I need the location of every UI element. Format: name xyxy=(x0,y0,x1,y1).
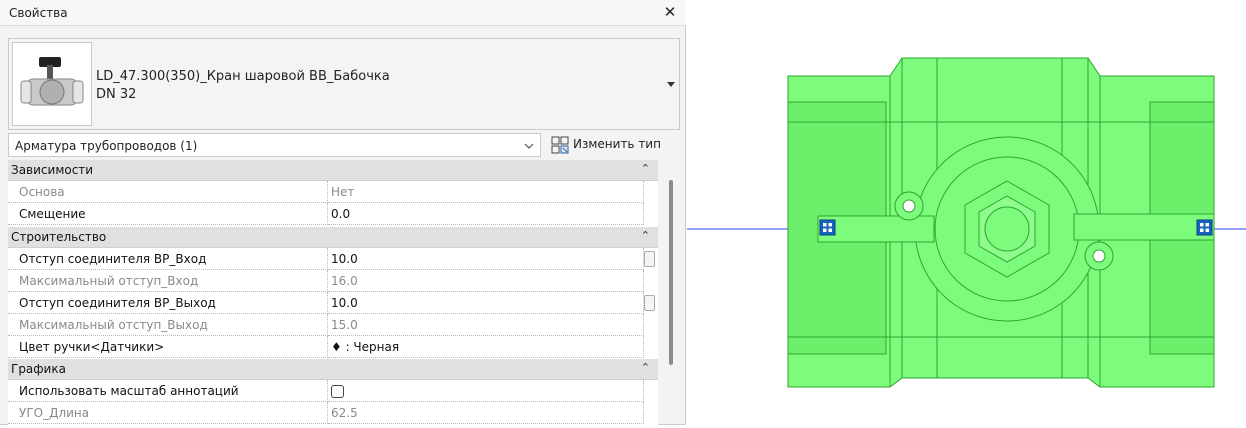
property-row[interactable]: Использовать масштаб аннотаций xyxy=(8,380,658,402)
property-value-input[interactable]: 10.0 xyxy=(328,292,644,314)
panel-titlebar: Свойства ✕ xyxy=(0,0,686,26)
group-title: Строительство xyxy=(11,230,107,244)
property-row[interactable]: Отступ соединителя ВР_Вход 10.0 xyxy=(8,248,658,270)
category-filter-select[interactable]: Арматура трубопроводов (1) xyxy=(8,133,541,157)
group-header-graphics[interactable]: Графика ⌃ xyxy=(8,359,658,380)
property-name: Отступ соединителя ВР_Вход xyxy=(8,248,328,270)
group-header-constraints[interactable]: Зависимости ⌃ xyxy=(8,160,658,181)
property-name: Максимальный отступ_Выход xyxy=(8,314,328,336)
property-value-input[interactable]: 10.0 xyxy=(328,248,644,270)
type-name: LD_47.300(350)_Кран шаровой ВВ_Бабочка xyxy=(96,69,390,84)
properties-scrollbar[interactable] xyxy=(667,180,675,425)
type-size: DN 32 xyxy=(96,87,137,102)
material-value-input[interactable]: ♦ : Черная xyxy=(328,336,644,358)
property-row: Максимальный отступ_Выход 15.0 xyxy=(8,314,658,336)
associate-parameter-button[interactable] xyxy=(644,295,655,311)
property-value: 62.5 xyxy=(328,402,644,424)
connector-icon[interactable] xyxy=(1196,219,1213,236)
drawing-viewport[interactable] xyxy=(687,0,1246,425)
edit-type-button[interactable]: Изменить тип xyxy=(549,133,677,157)
collapse-icon[interactable]: ⌃ xyxy=(641,162,650,175)
property-row: УГО_Длина 62.5 xyxy=(8,402,658,424)
valve-plan-view xyxy=(687,57,1246,388)
property-name: УГО_Длина xyxy=(8,402,328,424)
properties-panel: Свойства ✕ LD_47.300(350)_Кран шаровой В… xyxy=(0,0,686,425)
property-row: Максимальный отступ_Вход 16.0 xyxy=(8,270,658,292)
property-row[interactable]: Смещение 0.0 xyxy=(8,203,658,225)
property-name: Основа xyxy=(8,181,328,203)
chevron-down-icon xyxy=(524,143,534,149)
property-value: Нет xyxy=(328,181,644,203)
property-name: Использовать масштаб аннотаций xyxy=(8,380,328,402)
group-title: Графика xyxy=(11,362,66,376)
collapse-icon[interactable]: ⌃ xyxy=(641,361,650,374)
valve-body[interactable] xyxy=(787,57,1215,388)
property-row[interactable]: Цвет ручки<Датчики> ♦ : Черная xyxy=(8,336,658,358)
close-button[interactable]: ✕ xyxy=(660,2,680,22)
group-header-construction[interactable]: Строительство ⌃ xyxy=(8,227,658,248)
associate-parameter-button[interactable] xyxy=(644,251,655,267)
panel-title: Свойства xyxy=(9,6,68,20)
ball-valve-icon xyxy=(12,42,92,126)
annotation-scale-checkbox[interactable] xyxy=(331,385,344,398)
property-value: 15.0 xyxy=(328,314,644,336)
edit-type-icon xyxy=(551,136,569,154)
property-value xyxy=(328,380,644,402)
property-value: 16.0 xyxy=(328,270,644,292)
group-title: Зависимости xyxy=(11,163,94,177)
scrollbar-thumb[interactable] xyxy=(669,180,673,365)
property-name: Отступ соединителя ВР_Выход xyxy=(8,292,328,314)
property-name: Цвет ручки<Датчики> xyxy=(8,336,328,358)
properties-grid: Зависимости ⌃ Основа Нет Смещение 0.0 Ст… xyxy=(8,160,658,425)
property-row: Основа Нет xyxy=(8,181,658,203)
property-row[interactable]: Отступ соединителя ВР_Выход 10.0 xyxy=(8,292,658,314)
type-selector[interactable]: LD_47.300(350)_Кран шаровой ВВ_Бабочка D… xyxy=(8,38,680,130)
property-name: Максимальный отступ_Вход xyxy=(8,270,328,292)
property-value-input[interactable]: 0.0 xyxy=(328,203,644,225)
collapse-icon[interactable]: ⌃ xyxy=(641,229,650,242)
category-filter-label: Арматура трубопроводов (1) xyxy=(15,139,198,153)
dropdown-arrow-icon[interactable] xyxy=(665,79,677,89)
property-name: Смещение xyxy=(8,203,328,225)
connector-icon[interactable] xyxy=(819,219,836,236)
edit-type-label: Изменить тип xyxy=(573,137,661,151)
